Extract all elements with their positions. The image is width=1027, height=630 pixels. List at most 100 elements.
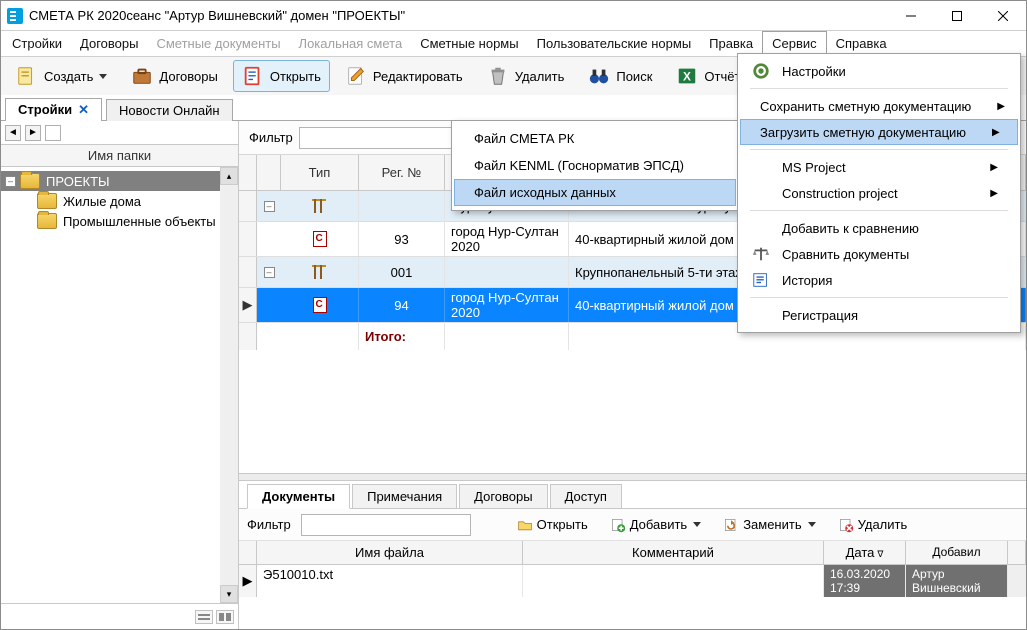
menu-localnaya-smeta: Локальная смета [290,31,412,56]
scroll-up-button[interactable]: ▴ [220,167,238,185]
splitter[interactable] [239,473,1026,481]
submenu-arrow-icon: ▶ [981,101,1005,112]
delete-icon [838,517,854,533]
filter-label: Фильтр [249,130,293,145]
submenu-source-file[interactable]: Файл исходных данных [454,179,736,206]
search-label: Поиск [616,69,652,84]
replace-icon [723,517,739,533]
close-tab-icon[interactable]: ✕ [78,102,89,117]
btab-contracts[interactable]: Договоры [459,484,547,509]
btab-notes[interactable]: Примечания [352,484,457,509]
menu-msproject[interactable]: MS Project▶ [740,154,1018,180]
menu-history[interactable]: История [740,267,1018,293]
menu-construction[interactable]: Construction project▶ [740,180,1018,206]
col-type[interactable]: Тип [281,155,359,191]
document-c-icon [313,231,327,247]
bopen-button[interactable]: Открыть [511,515,594,535]
caret-down-icon [99,74,107,79]
bcol-name[interactable]: Имя файла [257,541,523,564]
contracts-button[interactable]: Договоры [122,60,226,92]
menu-save-doc[interactable]: Сохранить сметную документацию▶ [740,93,1018,119]
gear-icon [752,62,770,80]
close-button[interactable] [980,1,1026,30]
binoculars-icon [588,65,610,87]
create-label: Создать [44,69,93,84]
menu-smetnye-normy[interactable]: Сметные нормы [411,31,527,56]
document-c-icon [313,297,327,313]
bcol-added[interactable]: Добавил [906,541,1008,564]
collapse-icon[interactable]: – [264,267,275,278]
nav-blank-icon [45,125,61,141]
menu-dogovory[interactable]: Договоры [71,31,147,56]
btab-access[interactable]: Доступ [550,484,622,509]
caret-down-icon [693,522,701,527]
menu-stroyki[interactable]: Стройки [3,31,71,56]
service-menu-popup: Настройки Сохранить сметную документацию… [737,53,1021,333]
scroll-down-button[interactable]: ▾ [220,585,238,603]
tree-header: Имя папки [1,145,238,167]
bcol-date[interactable]: Дата∇ [824,541,906,564]
sort-desc-icon: ∇ [877,549,883,559]
svg-text:X: X [683,70,691,84]
tab-stroyki[interactable]: Стройки✕ [5,98,102,121]
bfilter-input[interactable] [301,514,471,536]
minimize-button[interactable] [888,1,934,30]
app-title: СМЕТА РК 2020 [29,8,126,23]
menu-user-normy[interactable]: Пользовательские нормы [528,31,701,56]
totals-label: Итого: [365,329,406,344]
add-icon [610,517,626,533]
contracts-label: Договоры [159,69,217,84]
layout-toggle-1[interactable] [195,610,213,624]
document-open-icon [242,65,264,87]
submenu-arrow-icon: ▶ [974,188,998,199]
collapse-icon[interactable]: – [264,201,275,212]
menu-smetnye-documenty: Сметные документы [147,31,289,56]
crane-icon [310,197,330,215]
nav-fwd-button[interactable]: ► [25,125,41,141]
menu-compare[interactable]: Сравнить документы [740,241,1018,267]
open-label: Открыть [270,69,321,84]
open-button[interactable]: Открыть [233,60,330,92]
collapse-icon[interactable]: – [5,176,16,187]
tab-news[interactable]: Новости Онлайн [106,99,232,121]
nav-back-button[interactable]: ◄ [5,125,21,141]
submenu-arrow-icon: ▶ [976,127,1000,138]
tree-root[interactable]: – ПРОЕКТЫ [1,171,238,191]
layout-toggle-2[interactable] [216,610,234,624]
trash-icon [487,65,509,87]
submenu-smeta-file[interactable]: Файл СМЕТА РК [454,125,736,152]
search-button[interactable]: Поиск [579,60,661,92]
briefcase-icon [131,65,153,87]
delete-label: Удалить [515,69,565,84]
titlebar: СМЕТА РК 2020 сеанс "Артур Вишневский" д… [1,1,1026,31]
bcol-comment[interactable]: Комментарий [523,541,824,564]
edit-label: Редактировать [373,69,463,84]
menu-settings[interactable]: Настройки [740,58,1018,84]
breplace-button[interactable]: Заменить [717,515,821,535]
bdelete-button[interactable]: Удалить [832,515,914,535]
tree-item[interactable]: Промышленные объекты [1,211,238,231]
btab-documents[interactable]: Документы [247,484,350,509]
delete-button[interactable]: Удалить [478,60,574,92]
file-row[interactable]: ▶ Э510010.txt 16.03.2020 17:39 Артур Виш… [239,565,1026,597]
folder-icon [37,193,57,209]
col-reg[interactable]: Рег. № [359,155,445,191]
menu-load-doc[interactable]: Загрузить сметную документацию▶ [740,119,1018,145]
crane-icon [310,263,330,281]
tree-item[interactable]: Жилые дома [1,191,238,211]
document-new-icon [16,65,38,87]
create-button[interactable]: Создать [7,60,116,92]
app-icon [7,8,23,24]
badd-button[interactable]: Добавить [604,515,707,535]
menu-registration[interactable]: Регистрация [740,302,1018,328]
session-title: сеанс "Артур Вишневский" домен "ПРОЕКТЫ" [126,8,405,23]
submenu-kenml-file[interactable]: Файл KENML (Госнорматив ЭПСД) [454,152,736,179]
folder-icon [37,213,57,229]
menu-add-compare[interactable]: Добавить к сравнению [740,215,1018,241]
submenu-arrow-icon: ▶ [974,162,998,173]
excel-icon: X [676,65,698,87]
edit-button[interactable]: Редактировать [336,60,472,92]
maximize-button[interactable] [934,1,980,30]
scales-icon [752,245,770,263]
caret-down-icon [808,522,816,527]
